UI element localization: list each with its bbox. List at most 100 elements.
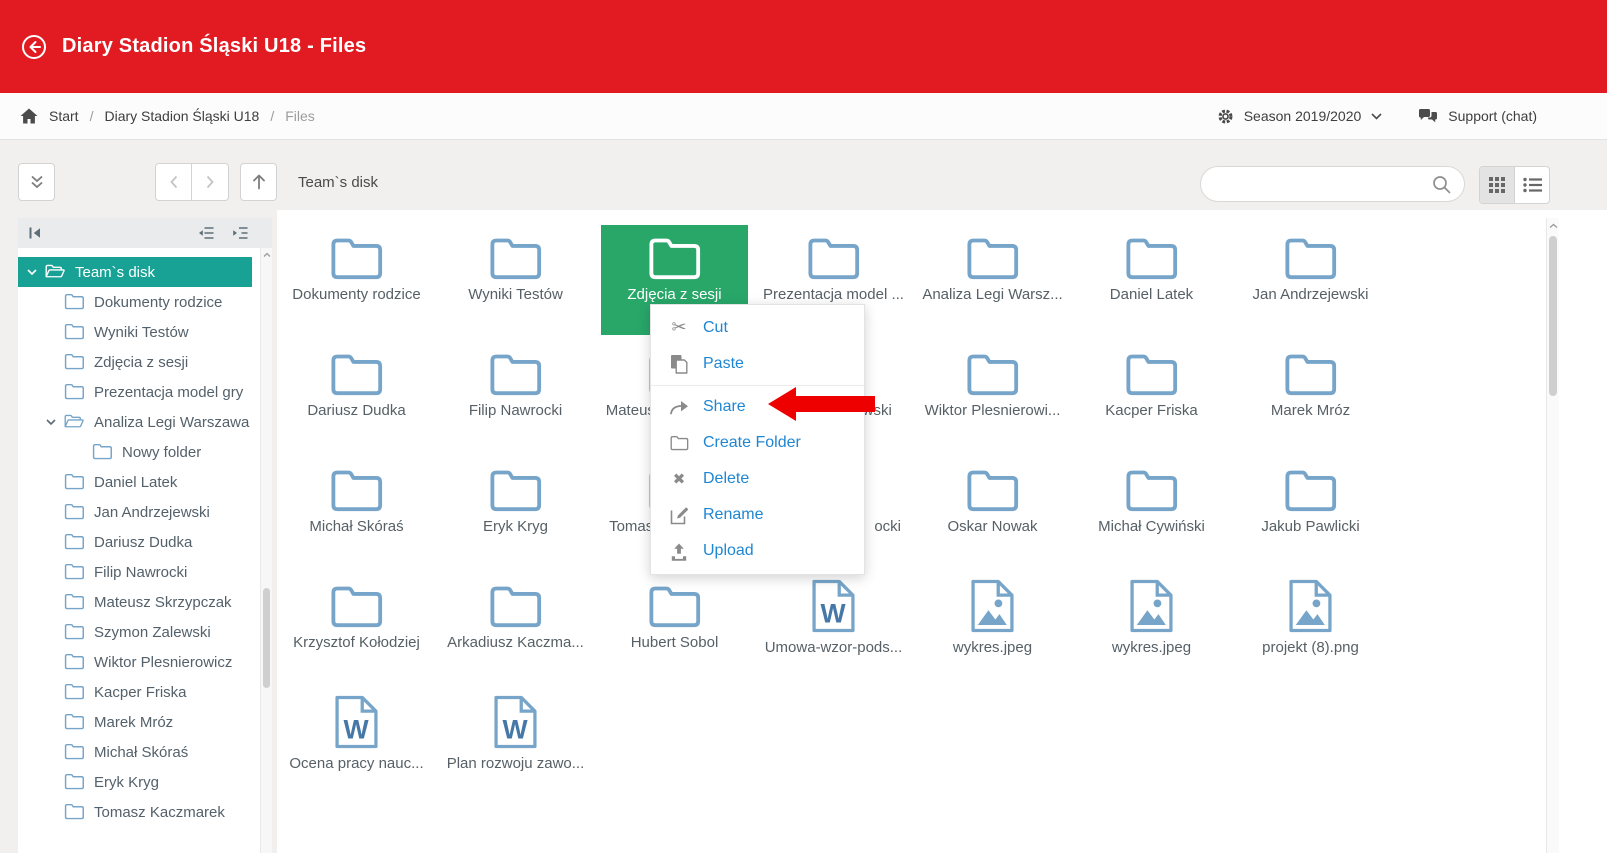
sidebar-item-label: Prezentacja model gry bbox=[94, 384, 243, 401]
tile-label: Hubert Sobol bbox=[595, 634, 754, 651]
folder-icon bbox=[1072, 235, 1231, 281]
sidebar-item-analiza-legi-warszawa[interactable]: Analiza Legi Warszawa bbox=[18, 407, 252, 437]
sidebar-item-wyniki-test-w[interactable]: Wyniki Testów bbox=[18, 317, 252, 347]
file-tile-wykres-jpeg[interactable]: wykres.jpeg bbox=[913, 570, 1072, 686]
sidebar-item-dokumenty-rodzice[interactable]: Dokumenty rodzice bbox=[18, 287, 252, 317]
tile-label: Arkadiusz Kaczma... bbox=[436, 634, 595, 651]
file-grid: Dokumenty rodziceWyniki TestówZdjęcia z … bbox=[277, 210, 1607, 802]
sidebar-scroll-thumb[interactable] bbox=[263, 588, 270, 688]
expand-all-icon[interactable] bbox=[232, 226, 248, 240]
sidebar-item-eryk-kryg[interactable]: Eryk Kryg bbox=[18, 767, 252, 797]
scroll-up-icon[interactable] bbox=[261, 248, 272, 262]
tile-label: Eryk Kryg bbox=[436, 518, 595, 535]
main-scroll-thumb[interactable] bbox=[1549, 236, 1557, 396]
folder-icon bbox=[64, 713, 85, 731]
search-icon[interactable] bbox=[1432, 175, 1451, 194]
collapse-panel-icon[interactable] bbox=[28, 226, 42, 240]
sidebar-item-tomasz-kaczmarek[interactable]: Tomasz Kaczmarek bbox=[18, 797, 252, 827]
folder-tile-eryk-kryg[interactable]: Eryk Kryg bbox=[436, 454, 595, 570]
double-chevron-down-button[interactable] bbox=[18, 163, 55, 201]
svg-text:W: W bbox=[821, 598, 847, 628]
folder-icon bbox=[277, 235, 436, 281]
folder-tile-analiza-legi-warsz[interactable]: Analiza Legi Warsz... bbox=[913, 222, 1072, 338]
sidebar-item-zdj-cia-z-sesji[interactable]: Zdjęcia z sesji bbox=[18, 347, 252, 377]
sidebar-item-team-s-disk[interactable]: Team`s disk bbox=[18, 257, 252, 287]
current-location-label: Team`s disk bbox=[298, 174, 378, 191]
forward-button[interactable] bbox=[192, 163, 229, 201]
sidebar-item-filip-nawrocki[interactable]: Filip Nawrocki bbox=[18, 557, 252, 587]
sidebar-item-prezentacja-model-gry[interactable]: Prezentacja model gry bbox=[18, 377, 252, 407]
menu-item-delete[interactable]: ✖Delete bbox=[651, 461, 864, 497]
toolbar: Team`s disk bbox=[18, 163, 378, 201]
menu-item-label: Upload bbox=[703, 542, 754, 560]
folder-tile-wiktor-plesnierowi[interactable]: Wiktor Plesnierowi... bbox=[913, 338, 1072, 454]
sidebar-item-wiktor-plesnierowicz[interactable]: Wiktor Plesnierowicz bbox=[18, 647, 252, 677]
menu-item-cut[interactable]: ✂Cut bbox=[651, 310, 864, 346]
scroll-up-icon[interactable] bbox=[1547, 218, 1559, 234]
folder-tile-hubert-sobol[interactable]: Hubert Sobol bbox=[595, 570, 754, 686]
file-tile-projekt-8-png[interactable]: projekt (8).png bbox=[1231, 570, 1390, 686]
folder-tile-arkadiusz-kaczma[interactable]: Arkadiusz Kaczma... bbox=[436, 570, 595, 686]
folder-icon bbox=[64, 383, 85, 401]
tile-label: Ocena pracy nauc... bbox=[277, 755, 436, 772]
folder-tile-micha-sk-ra[interactable]: Michał Skóraś bbox=[277, 454, 436, 570]
menu-item-upload[interactable]: Upload bbox=[651, 533, 864, 569]
file-tile-ocena-pracy-nauc[interactable]: WOcena pracy nauc... bbox=[277, 686, 436, 802]
pencil-square-icon bbox=[668, 506, 690, 525]
sidebar-item-nowy-folder[interactable]: Nowy folder bbox=[18, 437, 252, 467]
folder-tile-dokumenty-rodzice[interactable]: Dokumenty rodzice bbox=[277, 222, 436, 338]
search-input[interactable] bbox=[1214, 175, 1432, 193]
menu-item-create-folder[interactable]: Create Folder bbox=[651, 425, 864, 461]
collapse-all-icon[interactable] bbox=[198, 226, 214, 240]
menu-item-rename[interactable]: Rename bbox=[651, 497, 864, 533]
file-tile-wykres-jpeg[interactable]: wykres.jpeg bbox=[1072, 570, 1231, 686]
back-button[interactable] bbox=[155, 163, 192, 201]
folder-icon bbox=[277, 467, 436, 513]
breadcrumb-start[interactable]: Start bbox=[49, 108, 79, 124]
sidebar-item-marek-mr-z[interactable]: Marek Mróz bbox=[18, 707, 252, 737]
folder-tile-jakub-pawlicki[interactable]: Jakub Pawlicki bbox=[1231, 454, 1390, 570]
menu-item-label: Create Folder bbox=[703, 434, 801, 452]
image-file-icon bbox=[913, 577, 1072, 634]
search-box[interactable] bbox=[1200, 166, 1465, 202]
sidebar-item-dariusz-dudka[interactable]: Dariusz Dudka bbox=[18, 527, 252, 557]
sidebar-item-mateusz-skrzypczak[interactable]: Mateusz Skrzypczak bbox=[18, 587, 252, 617]
go-up-button[interactable] bbox=[240, 163, 277, 201]
folder-tile-filip-nawrocki[interactable]: Filip Nawrocki bbox=[436, 338, 595, 454]
menu-item-paste[interactable]: Paste bbox=[651, 346, 864, 382]
folder-tile-jan-andrzejewski[interactable]: Jan Andrzejewski bbox=[1231, 222, 1390, 338]
support-chat-link[interactable]: Support (chat) bbox=[1418, 108, 1537, 125]
folder-tile-daniel-latek[interactable]: Daniel Latek bbox=[1072, 222, 1231, 338]
folder-icon bbox=[64, 683, 85, 701]
main-scrollbar[interactable] bbox=[1546, 218, 1559, 853]
support-label: Support (chat) bbox=[1448, 108, 1537, 124]
folder-tile-kacper-friska[interactable]: Kacper Friska bbox=[1072, 338, 1231, 454]
folder-tile-micha-cywi-ski[interactable]: Michał Cywiński bbox=[1072, 454, 1231, 570]
back-circle-icon[interactable] bbox=[21, 34, 47, 60]
sidebar-item-szymon-zalewski[interactable]: Szymon Zalewski bbox=[18, 617, 252, 647]
sidebar-item-daniel-latek[interactable]: Daniel Latek bbox=[18, 467, 252, 497]
file-tile-umowa-wzor-pods[interactable]: WUmowa-wzor-pods... bbox=[754, 570, 913, 686]
folder-tile-wyniki-test-w[interactable]: Wyniki Testów bbox=[436, 222, 595, 338]
folder-tile-krzysztof-ko-odziej[interactable]: Krzysztof Kołodziej bbox=[277, 570, 436, 686]
folder-tile-oskar-nowak[interactable]: Oskar Nowak bbox=[913, 454, 1072, 570]
sidebar-item-jan-andrzejewski[interactable]: Jan Andrzejewski bbox=[18, 497, 252, 527]
list-view-button[interactable] bbox=[1514, 167, 1549, 203]
grid-view-button[interactable] bbox=[1480, 167, 1514, 203]
sidebar-item-micha-sk-ra[interactable]: Michał Skóraś bbox=[18, 737, 252, 767]
history-nav-group bbox=[155, 163, 229, 201]
caret-down-icon[interactable] bbox=[45, 416, 61, 428]
breadcrumb-team[interactable]: Diary Stadion Śląski U18 bbox=[104, 108, 259, 124]
breadcrumb: Start / Diary Stadion Śląski U18 / Files bbox=[20, 108, 315, 124]
chat-bubbles-icon bbox=[1418, 108, 1438, 125]
home-icon[interactable] bbox=[20, 108, 38, 124]
share-icon bbox=[668, 399, 690, 415]
folder-tile-dariusz-dudka[interactable]: Dariusz Dudka bbox=[277, 338, 436, 454]
sidebar-item-kacper-friska[interactable]: Kacper Friska bbox=[18, 677, 252, 707]
folder-tile-marek-mr-z[interactable]: Marek Mróz bbox=[1231, 338, 1390, 454]
file-tile-plan-rozwoju-zawo[interactable]: WPlan rozwoju zawo... bbox=[436, 686, 595, 802]
annotation-red-arrow bbox=[768, 385, 875, 428]
caret-down-icon[interactable] bbox=[26, 266, 42, 278]
sidebar-scrollbar[interactable] bbox=[260, 248, 272, 853]
season-selector[interactable]: Season 2019/2020 bbox=[1217, 108, 1383, 125]
